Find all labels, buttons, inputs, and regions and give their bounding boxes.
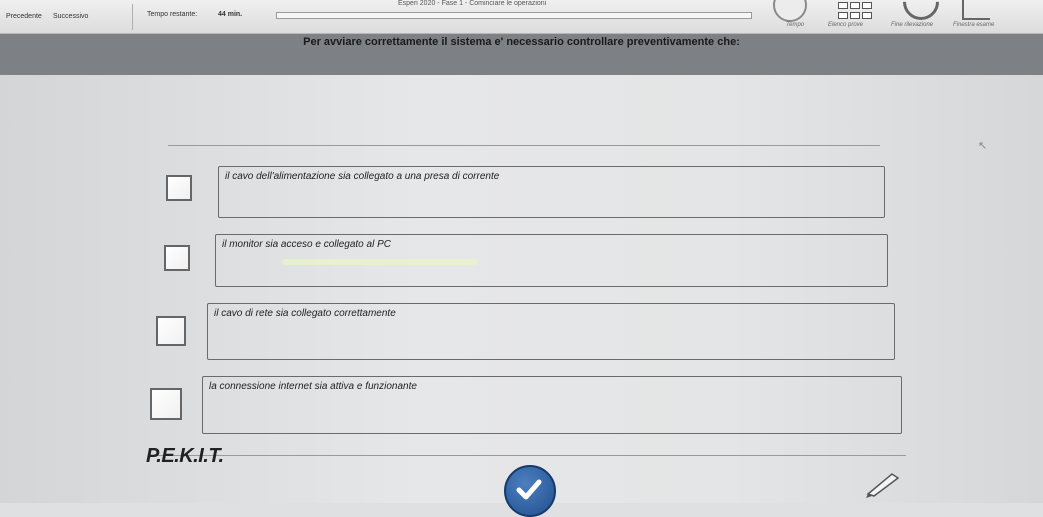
top-toolbar: Precedente Successivo Tempo restante: 44…	[0, 0, 1043, 34]
answer-text-1: il cavo dell'alimentazione sia collegato…	[225, 171, 500, 182]
answer-option-2[interactable]: il monitor sia acceso e collegato al PC	[215, 234, 888, 287]
tempo-label: Tempo	[786, 22, 805, 28]
answer-text-2: il monitor sia acceso e collegato al PC	[222, 239, 391, 250]
time-remaining-value: 44 min.	[218, 11, 243, 18]
bottom-divider	[150, 455, 906, 456]
answer-checkbox-1[interactable]	[166, 175, 192, 201]
confirm-button[interactable]	[504, 465, 556, 517]
answer-highlight	[282, 259, 478, 265]
answer-checkbox-3[interactable]	[156, 316, 186, 346]
pen-icon[interactable]	[862, 468, 902, 498]
previous-button[interactable]: Precedente	[6, 13, 42, 20]
toolbar-divider	[132, 4, 133, 30]
answer-checkbox-2[interactable]	[164, 245, 190, 271]
answer-panel: ↖ il cavo dell'alimentazione sia collega…	[0, 75, 1043, 517]
answer-text-4: la connessione internet sia attiva e fun…	[209, 381, 417, 392]
answer-option-1[interactable]: il cavo dell'alimentazione sia collegato…	[218, 166, 885, 218]
elenco-prove-label: Elenco prove	[828, 22, 864, 28]
progress-bar	[276, 12, 752, 19]
answer-option-3[interactable]: il cavo di rete sia collegato correttame…	[207, 303, 895, 360]
next-button[interactable]: Successivo	[53, 13, 88, 20]
fine-rilevazione-label: Fine rilevazione	[891, 22, 934, 28]
exam-title: Esperi 2020 - Fase 1 - Cominciare le ope…	[398, 0, 547, 7]
check-icon	[516, 479, 542, 500]
answer-checkbox-4[interactable]	[150, 388, 182, 420]
answer-option-4[interactable]: la connessione internet sia attiva e fun…	[202, 376, 902, 434]
question-text: Per avviare correttamente il sistema e' …	[303, 36, 740, 48]
exam-window-icon[interactable]	[962, 0, 990, 20]
finestra-esame-label: Finestra esame	[953, 22, 995, 28]
pekit-logo: P.E.K.I.T.	[146, 445, 224, 467]
timer-icon[interactable]	[773, 0, 807, 22]
question-list-icon[interactable]	[838, 2, 874, 20]
question-bar: Per avviare correttamente il sistema e' …	[0, 34, 1043, 75]
answer-text-3: il cavo di rete sia collegato correttame…	[214, 308, 396, 319]
time-remaining-label: Tempo restante:	[147, 11, 198, 18]
top-divider	[168, 145, 880, 146]
cursor-icon: ↖	[978, 140, 988, 152]
